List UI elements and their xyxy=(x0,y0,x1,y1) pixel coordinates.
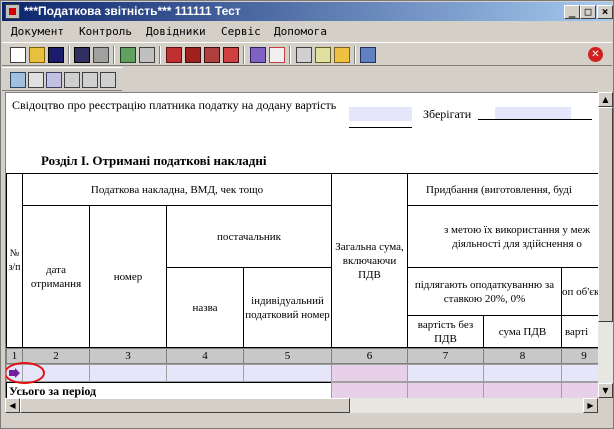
main-toolbar: ✕ xyxy=(2,42,612,66)
header-purpose: з метою їх використання у меж діяльності… xyxy=(407,205,599,268)
vertical-scroll-thumb[interactable] xyxy=(598,107,613,322)
window-title: ***Податкова звітність*** 111111 Тест xyxy=(24,4,241,18)
minimize-button[interactable]: _ xyxy=(564,5,580,19)
menu-directories[interactable]: Довідники xyxy=(146,25,206,38)
horizontal-scroll-thumb[interactable] xyxy=(20,398,350,413)
header-invoice: Податкова накладна, ВМД, чек тощо xyxy=(22,173,332,206)
close-button[interactable]: × xyxy=(597,5,613,19)
report-icon[interactable] xyxy=(269,47,285,63)
total-cell xyxy=(483,382,562,399)
header-partial: оп об'єкт xyxy=(561,267,599,316)
header-number: номер xyxy=(89,205,167,348)
table-icon[interactable] xyxy=(315,47,331,63)
table-toolbar xyxy=(2,67,122,91)
export-icon[interactable] xyxy=(223,47,239,63)
books-icon[interactable] xyxy=(185,47,201,63)
cell-cost-partial[interactable] xyxy=(561,364,599,382)
header-supplier: постачальник xyxy=(166,205,332,268)
search-icon[interactable] xyxy=(120,47,136,63)
toolbar-separator xyxy=(159,46,161,64)
save-label: Зберігати xyxy=(423,107,472,121)
settings-icon[interactable] xyxy=(296,47,312,63)
app-icon xyxy=(5,4,20,19)
save-all-icon[interactable] xyxy=(74,47,90,63)
column-number: 8 xyxy=(483,348,562,364)
delete-row-icon[interactable] xyxy=(100,72,116,88)
title-bar[interactable]: ***Податкова звітність*** 111111 Тест _ … xyxy=(2,2,613,21)
toolbar-separator xyxy=(354,46,356,64)
menu-service[interactable]: Сервіс xyxy=(221,25,261,38)
cell-vat-sum[interactable] xyxy=(483,364,562,382)
toolbar-separator xyxy=(113,46,115,64)
cut-icon[interactable] xyxy=(28,72,44,88)
scroll-left-button[interactable]: ◀ xyxy=(5,398,20,413)
save-input[interactable] xyxy=(495,107,571,119)
paste-icon[interactable] xyxy=(46,72,62,88)
status-bar xyxy=(1,414,613,428)
certificate-label: Свідоцтво про реєстрацію платника податк… xyxy=(12,98,337,112)
total-cell xyxy=(561,382,599,399)
column-number: 5 xyxy=(243,348,332,364)
toolbar-separator xyxy=(243,46,245,64)
scroll-right-button[interactable]: ▶ xyxy=(583,398,598,413)
document-area: Свідоцтво про реєстрацію платника податк… xyxy=(5,92,599,399)
cell-number[interactable] xyxy=(89,364,167,382)
open-folder-icon[interactable] xyxy=(29,47,45,63)
new-document-icon[interactable] xyxy=(10,47,26,63)
column-number: 4 xyxy=(166,348,244,364)
save-icon[interactable] xyxy=(48,47,64,63)
header-vat-sum: сума ПДВ xyxy=(483,315,562,348)
header-received-date: дата отримання xyxy=(22,205,90,348)
print-icon[interactable] xyxy=(93,47,109,63)
highlight-marker xyxy=(6,362,45,384)
header-name: назва xyxy=(166,267,244,348)
tax-icon[interactable] xyxy=(334,47,350,63)
save-underline xyxy=(478,119,592,120)
certificate-input[interactable] xyxy=(349,107,412,121)
cell-name[interactable] xyxy=(166,364,244,382)
cell-cost-no-vat[interactable] xyxy=(407,364,484,382)
edit-icon[interactable] xyxy=(250,47,266,63)
maximize-button[interactable]: □ xyxy=(580,5,596,19)
total-cell xyxy=(407,382,484,399)
menu-bar: Документ Контроль Довідники Сервіс Допом… xyxy=(2,22,612,41)
column-number: 9 xyxy=(561,348,599,364)
vertical-scrollbar[interactable]: ▲ ▼ xyxy=(598,92,613,398)
menu-control[interactable]: Контроль xyxy=(79,25,132,38)
add-row-icon[interactable] xyxy=(82,72,98,88)
header-purchase: Придбання (виготовлення, буді xyxy=(407,173,599,206)
insert-row-icon[interactable] xyxy=(64,72,80,88)
header-rownum: № з/п xyxy=(6,173,23,348)
column-number: 3 xyxy=(89,348,167,364)
exit-icon[interactable] xyxy=(360,47,376,63)
scroll-down-button[interactable]: ▼ xyxy=(598,383,613,398)
header-taxable: підлягають оподаткуванню за ставкою 20%,… xyxy=(407,267,562,316)
cell-tax-id[interactable] xyxy=(243,364,332,382)
header-tax-id: індивідуальний податковий номер xyxy=(243,267,332,348)
home-icon[interactable] xyxy=(166,47,182,63)
horizontal-scrollbar[interactable]: ◀ ▶ xyxy=(5,398,598,413)
header-cost-no-vat: вартість без ПДВ xyxy=(407,315,484,348)
toolbar-separator xyxy=(68,46,70,64)
toolbar-separator xyxy=(289,46,291,64)
menu-help[interactable]: Допомога xyxy=(274,25,327,38)
column-number: 7 xyxy=(407,348,484,364)
total-cell xyxy=(331,382,408,399)
certificate-underline xyxy=(349,127,412,128)
close-icon[interactable]: ✕ xyxy=(588,47,603,62)
cell-total xyxy=(331,364,408,382)
copy-icon[interactable] xyxy=(204,47,220,63)
header-cost-partial: варті xyxy=(561,315,599,348)
menu-document[interactable]: Документ xyxy=(11,25,64,38)
header-total: Загальна сума, включаючи ПДВ xyxy=(331,173,408,348)
section-title: Розділ І. Отримані податкові накладні xyxy=(41,153,267,168)
column-number: 2 xyxy=(22,348,90,364)
total-row-label: Усього за період xyxy=(6,382,332,399)
calculator-icon[interactable] xyxy=(139,47,155,63)
column-number: 6 xyxy=(331,348,408,364)
app-window: ***Податкова звітність*** 111111 Тест _ … xyxy=(0,0,614,429)
scroll-up-button[interactable]: ▲ xyxy=(598,92,613,107)
copy-row-icon[interactable] xyxy=(10,72,26,88)
